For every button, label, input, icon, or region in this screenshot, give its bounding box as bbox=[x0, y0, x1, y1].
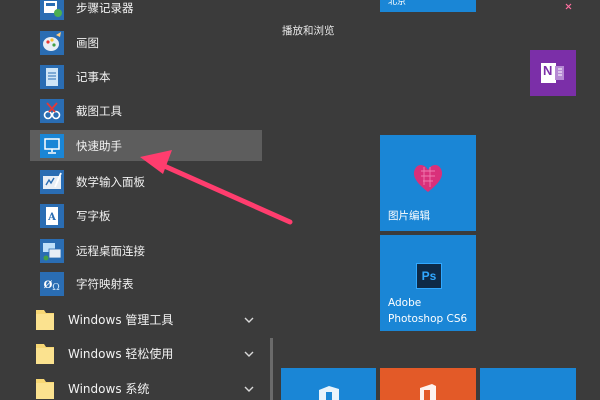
folder-icon bbox=[34, 341, 56, 367]
folder-windows-admin-tools[interactable]: Windows 管理工具 bbox=[30, 304, 262, 335]
folder-icon bbox=[34, 307, 56, 333]
steps-recorder-icon bbox=[38, 0, 66, 22]
quick-assist-icon bbox=[38, 132, 66, 160]
office-icon bbox=[420, 384, 436, 400]
folder-windows-system[interactable]: Windows 系统 bbox=[30, 373, 262, 400]
tile-group-label: 播放和浏览 bbox=[282, 25, 335, 37]
app-item-label: 远程桌面连接 bbox=[76, 243, 145, 258]
tile-label: 图片编辑 bbox=[388, 210, 430, 222]
tile-weather-partial[interactable]: 北京 bbox=[380, 0, 476, 12]
close-icon bbox=[565, 3, 572, 10]
notepad-icon bbox=[38, 63, 66, 91]
tile-label-line2: Photoshop CS6 bbox=[388, 313, 468, 325]
app-item-snipping-tool[interactable]: 截图工具 bbox=[30, 95, 262, 126]
app-item-label: 字符映射表 bbox=[76, 276, 134, 291]
app-item-notepad[interactable]: 记事本 bbox=[30, 61, 262, 92]
onenote-letter: N bbox=[543, 63, 553, 78]
character-map-icon: Ø Ω bbox=[38, 270, 66, 298]
tile-photo-edit[interactable]: 图片编辑 bbox=[380, 135, 476, 231]
folder-label: Windows 管理工具 bbox=[68, 313, 174, 327]
folder-icon bbox=[34, 376, 56, 400]
tile-partial-right[interactable] bbox=[480, 0, 576, 12]
math-input-icon bbox=[38, 168, 66, 196]
tile-photoshop[interactable]: Ps Adobe Photoshop CS6 bbox=[380, 235, 476, 331]
paint-icon bbox=[38, 29, 66, 57]
app-item-label: 写字板 bbox=[76, 208, 111, 223]
start-menu: 步骤记录器 画图 记事本 截图工具 快速助手 数学输入面板 A 写字板 远程桌面… bbox=[0, 0, 600, 400]
app-tile-icon bbox=[319, 386, 339, 400]
app-item-label: 截图工具 bbox=[76, 103, 122, 118]
app-item-label: 快速助手 bbox=[76, 138, 122, 153]
svg-text:Ω: Ω bbox=[52, 283, 59, 293]
chevron-down-icon[interactable] bbox=[242, 382, 256, 396]
tile-bottom-1[interactable] bbox=[281, 368, 376, 400]
app-item-label: 步骤记录器 bbox=[76, 0, 134, 15]
folder-windows-ease-of-access[interactable]: Windows 轻松使用 bbox=[30, 338, 262, 369]
heart-icon bbox=[413, 164, 443, 192]
folder-label: Windows 轻松使用 bbox=[68, 347, 174, 361]
tile-bottom-3[interactable] bbox=[480, 368, 576, 400]
tile-onenote[interactable]: N bbox=[530, 50, 576, 96]
app-item-character-map[interactable]: Ø Ω 字符映射表 bbox=[30, 268, 262, 299]
app-item-wordpad[interactable]: A 写字板 bbox=[30, 200, 262, 231]
tile-bottom-2[interactable] bbox=[380, 368, 476, 400]
scrollbar[interactable] bbox=[270, 338, 273, 400]
chevron-down-icon[interactable] bbox=[242, 313, 256, 327]
snipping-tool-icon bbox=[38, 97, 66, 125]
chevron-down-icon[interactable] bbox=[242, 347, 256, 361]
app-item-paint[interactable]: 画图 bbox=[30, 27, 262, 58]
app-list: 步骤记录器 画图 记事本 截图工具 快速助手 数学输入面板 A 写字板 远程桌面… bbox=[0, 0, 275, 400]
app-item-remote-desktop[interactable]: 远程桌面连接 bbox=[30, 235, 262, 266]
wordpad-icon: A bbox=[38, 202, 66, 230]
photoshop-icon: Ps bbox=[416, 263, 442, 289]
app-item-label: 数学输入面板 bbox=[76, 174, 145, 189]
svg-text:A: A bbox=[47, 212, 56, 223]
app-item-label: 画图 bbox=[76, 35, 99, 50]
app-item-math-input[interactable]: 数学输入面板 bbox=[30, 166, 262, 197]
photoshop-icon-text: Ps bbox=[421, 269, 437, 283]
app-item-label: 记事本 bbox=[76, 69, 111, 84]
tile-label-line1: Adobe bbox=[388, 297, 422, 309]
remote-desktop-icon bbox=[38, 237, 66, 265]
app-item-steps-recorder[interactable]: 步骤记录器 bbox=[30, 0, 262, 23]
tile-label: 北京 bbox=[388, 0, 407, 7]
app-item-quick-assist[interactable]: 快速助手 bbox=[30, 130, 262, 161]
folder-label: Windows 系统 bbox=[68, 382, 150, 396]
